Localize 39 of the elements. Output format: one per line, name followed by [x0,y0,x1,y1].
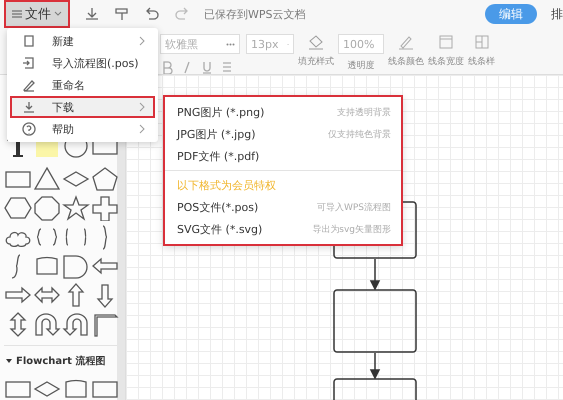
menu-icon [12,9,22,19]
u-turn-down-shape-icon[interactable] [33,311,61,337]
help-icon [22,122,36,136]
line-style-icon [472,34,490,50]
new-file-icon [22,34,36,48]
delay-shape-icon[interactable] [62,253,90,279]
star-shape-icon[interactable] [62,195,90,221]
menu-heading: 以下格式为会员特权 [176,178,277,194]
menu-item[interactable]: SVG文件 (*.svg) 导出为svg矢量图形 [165,218,401,240]
import-icon [22,56,36,70]
pencil-icon [22,78,36,92]
download-icon[interactable] [84,6,100,22]
format-painter-icon[interactable] [114,6,130,22]
strikethrough-icon [220,60,234,74]
menu-item[interactable]: POS文件(*.pos) 可导入WPS流程图 [165,196,401,218]
menu-item[interactable]: 下载 [10,96,155,118]
menu-item[interactable]: JPG图片 (*.jpg) 仅支持纯色背景 [165,123,401,145]
save-status: 已保存到WPS云文档 [204,6,306,22]
flowchart-section-header[interactable]: Flowchart 流程图 [4,345,117,376]
menu-item[interactable]: PDF文件 (*.pdf) [165,145,401,167]
connector-arrow [370,353,380,380]
triangle-shape-icon[interactable] [33,166,61,192]
fill-bucket-icon [307,34,325,50]
file-menu-button[interactable]: 文件 [4,0,70,28]
u-turn-shape-icon[interactable] [62,311,90,337]
chevron-down-icon [54,11,62,17]
hexagon-shape-icon[interactable] [4,195,32,221]
pentagon-shape-icon[interactable] [91,166,119,192]
undo-icon[interactable] [144,6,160,22]
collapse-triangle-icon [6,358,12,364]
connector-arrow [370,259,380,291]
arrange-tab[interactable]: 排 [551,6,563,22]
cross-shape-icon[interactable] [91,195,119,221]
octagon-shape-icon[interactable] [33,195,61,221]
menu-item[interactable]: PNG图片 (*.png) 支持透明背景 [165,101,401,123]
download-icon [22,100,36,114]
pen-icon [397,34,415,50]
underline-icon [200,60,214,74]
line-width-icon [437,34,455,50]
